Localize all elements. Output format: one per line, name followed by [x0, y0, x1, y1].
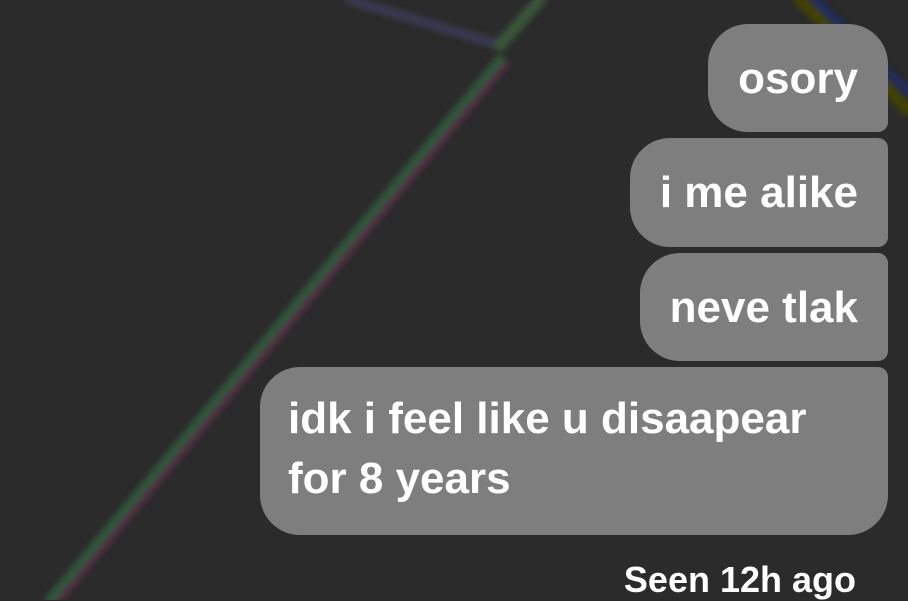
- message-bubble[interactable]: i me alike: [629, 138, 888, 247]
- message-bubble[interactable]: neve tlak: [639, 253, 888, 361]
- message-thread: osory i me alike neve tlak idk i feel li…: [248, 24, 888, 601]
- message-bubble[interactable]: osory: [708, 24, 888, 132]
- message-bubble[interactable]: idk i feel like u disaapear for 8 years: [260, 367, 888, 535]
- seen-status: Seen 12h ago: [623, 559, 856, 600]
